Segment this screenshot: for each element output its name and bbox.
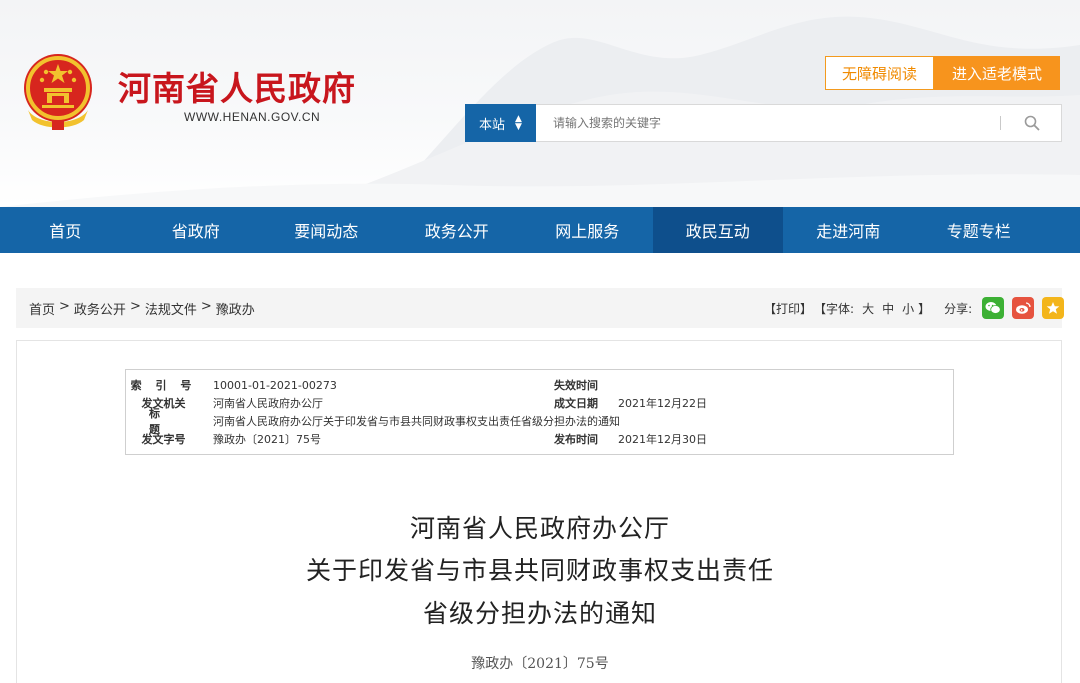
nav-item-news[interactable]: 要闻动态 <box>261 207 392 253</box>
search-scope-label: 本站 <box>479 117 506 133</box>
search-divider <box>1000 116 1001 130</box>
wechat-icon[interactable] <box>982 297 1005 319</box>
document-title-line-2: 关于印发省与市县共同财政事权支出责任 <box>305 556 774 585</box>
font-small-button[interactable]: 小 <box>902 300 914 317</box>
breadcrumb-separator: > <box>200 298 212 314</box>
site-title[interactable]: 河南省人民政府 <box>118 62 356 110</box>
nav-item-provincial-gov[interactable]: 省政府 <box>131 207 262 253</box>
nav-item-about-henan[interactable]: 走进河南 <box>783 207 914 253</box>
nav-item-home[interactable]: 首页 <box>0 207 131 253</box>
publish-date-value: 2021年12月30日 <box>618 433 707 446</box>
nav-item-online-services[interactable]: 网上服务 <box>522 207 653 253</box>
index-no-label: 索 引 号 <box>130 379 197 392</box>
font-medium-button[interactable]: 中 <box>882 300 894 317</box>
font-large-button[interactable]: 大 <box>862 300 874 317</box>
document-title-line-3: 省级分担办法的通知 <box>422 599 657 628</box>
meta-row: 发文字号 豫政办〔2021〕75号 发布时间 2021年12月30日 <box>126 430 953 448</box>
document-metadata-table: 索 引 号 10001-01-2021-00273 失效时间 发文机关 河南省人… <box>125 369 954 455</box>
search-scope-select[interactable]: 本站 ▲ ▼ <box>465 104 536 142</box>
national-emblem-icon <box>24 54 92 130</box>
nav-item-special-topics[interactable]: 专题专栏 <box>914 207 1045 253</box>
share-label: 分享: <box>944 301 973 316</box>
meta-row: 标 题 河南省人民政府办公厅关于印发省与市县共同财政事权支出责任省级分担办法的通… <box>126 407 953 436</box>
doc-no-label: 发文字号 <box>141 433 186 446</box>
breadcrumb-separator: > <box>129 298 141 314</box>
issuer-value: 河南省人民政府办公厅 <box>213 397 323 410</box>
accessibility-reading-button[interactable]: 无障碍阅读 <box>825 56 934 90</box>
sort-arrows-icon: ▲ ▼ <box>515 114 522 132</box>
written-date-value: 2021年12月22日 <box>618 397 707 410</box>
nav-item-gov-affairs[interactable]: 政务公开 <box>392 207 523 253</box>
breadcrumb-gov-affairs[interactable]: 政务公开 <box>74 299 126 318</box>
breadcrumb-bar: 首页 > 政务公开 > 法规文件 > 豫政办 【打印】 【字体: 大 中 小 】… <box>16 288 1065 328</box>
document-number: 豫政办〔2021〕75号 <box>471 656 609 672</box>
expire-label: 失效时间 <box>554 379 598 392</box>
search-input[interactable] <box>536 104 1062 142</box>
meta-row: 索 引 号 10001-01-2021-00273 失效时间 <box>126 376 953 394</box>
favorite-icon[interactable] <box>1042 297 1065 319</box>
nav-item-interaction[interactable]: 政民互动 <box>652 207 783 253</box>
index-no-value: 10001-01-2021-00273 <box>213 378 337 392</box>
site-url[interactable]: WWW.HENAN.GOV.CN <box>184 110 320 124</box>
search-icon[interactable] <box>1024 115 1040 131</box>
article-card: 索 引 号 10001-01-2021-00273 失效时间 发文机关 河南省人… <box>16 340 1062 683</box>
page-tools: 【打印】 【字体: 大 中 小 】 分享: <box>764 288 1072 328</box>
site-header: 河南省人民政府 WWW.HENAN.GOV.CN 无障碍阅读 进入适老模式 本站… <box>0 0 1080 207</box>
main-nav: 首页 省政府 要闻动态 政务公开 网上服务 政民互动 走进河南 专题专栏 <box>0 207 1080 253</box>
breadcrumb: 首页 > 政务公开 > 法规文件 > 豫政办 <box>29 299 255 318</box>
breadcrumb-regulations[interactable]: 法规文件 <box>145 299 197 318</box>
print-button[interactable]: 【打印】 <box>764 300 812 317</box>
doc-no-value: 豫政办〔2021〕75号 <box>213 433 321 446</box>
document-title-line-1: 河南省人民政府办公厅 <box>409 514 670 543</box>
meta-row: 发文机关 河南省人民政府办公厅 成文日期 2021年12月22日 <box>126 394 953 412</box>
written-date-label: 成文日期 <box>554 397 598 410</box>
weibo-icon[interactable] <box>1012 297 1035 319</box>
breadcrumb-separator: > <box>59 298 70 314</box>
publish-date-label: 发布时间 <box>554 433 598 446</box>
font-size-label: 【字体: <box>814 301 855 316</box>
elder-mode-button[interactable]: 进入适老模式 <box>934 56 1060 90</box>
breadcrumb-current[interactable]: 豫政办 <box>216 299 255 318</box>
title-value: 河南省人民政府办公厅关于印发省与市县共同财政事权支出责任省级分担办法的通知 <box>213 415 620 428</box>
font-size-close: 】 <box>918 301 931 316</box>
breadcrumb-home[interactable]: 首页 <box>29 299 55 318</box>
